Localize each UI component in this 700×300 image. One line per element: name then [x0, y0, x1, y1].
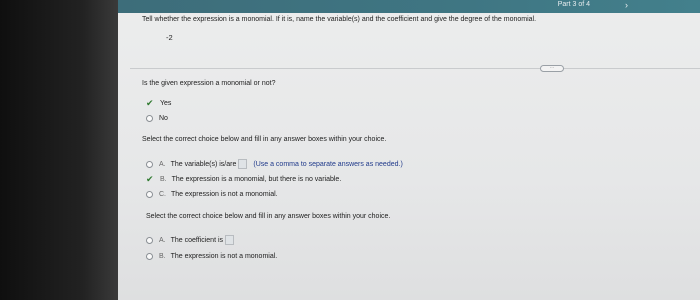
option-letter: C. — [159, 191, 166, 198]
option-no-label: No — [159, 115, 168, 122]
option-letter: A. — [159, 236, 166, 244]
option-coefficient-a-label: The coefficient is — [170, 236, 224, 244]
chevron-right-icon[interactable]: › — [625, 0, 628, 10]
option-coefficient-a[interactable]: A. The coefficient is — [146, 235, 238, 245]
question-instruction: Tell whether the expression is a monomia… — [142, 16, 537, 23]
option-no[interactable]: No — [146, 115, 168, 122]
radio-button[interactable] — [146, 115, 153, 122]
option-variable-a[interactable]: A. The variable(s) is/are (Use a comma t… — [146, 159, 403, 169]
radio-button[interactable] — [146, 253, 153, 260]
radio-button[interactable] — [146, 191, 153, 198]
answer-hint: (Use a comma to separate answers as need… — [253, 160, 403, 168]
option-variable-b-label: The expression is a monomial, but there … — [171, 175, 342, 183]
divider — [130, 68, 700, 69]
radio-button[interactable] — [146, 236, 153, 244]
checkmark-icon: ✔ — [146, 98, 154, 108]
option-letter: A. — [159, 160, 166, 168]
option-variable-c[interactable]: C. The expression is not a monomial. — [146, 191, 278, 198]
top-bar: Part 3 of 4 › — [118, 0, 700, 13]
coefficient-answer-box[interactable] — [225, 235, 235, 245]
question-panel: Part 3 of 4 › Tell whether the expressio… — [118, 0, 700, 300]
option-variable-b[interactable]: ✔ B. The expression is a monomial, but t… — [146, 174, 342, 184]
option-coefficient-b-label: The expression is not a monomial. — [170, 253, 278, 260]
option-letter: B. — [159, 253, 166, 260]
variable-choice-prompt: Select the correct choice below and fill… — [142, 136, 387, 143]
variable-answer-box[interactable] — [238, 159, 248, 169]
checkmark-icon: ✔ — [146, 174, 154, 184]
option-yes-label: Yes — [160, 99, 172, 107]
monomial-question-prompt: Is the given expression a monomial or no… — [142, 80, 276, 87]
monitor-bezel — [0, 0, 118, 300]
option-yes[interactable]: ✔ Yes — [146, 98, 172, 108]
radio-button[interactable] — [146, 160, 153, 168]
coefficient-choice-prompt: Select the correct choice below and fill… — [146, 213, 391, 220]
more-options-pill[interactable]: ⋯ — [540, 65, 564, 72]
part-label: Part 3 of 4 — [557, 1, 590, 8]
option-coefficient-b[interactable]: B. The expression is not a monomial. — [146, 253, 277, 260]
option-variable-c-label: The expression is not a monomial. — [171, 191, 278, 198]
option-variable-a-label: The variable(s) is/are — [170, 160, 237, 168]
expression: -2 — [166, 33, 173, 42]
more-dots-icon: ⋯ — [549, 65, 555, 71]
option-letter: B. — [160, 175, 167, 183]
